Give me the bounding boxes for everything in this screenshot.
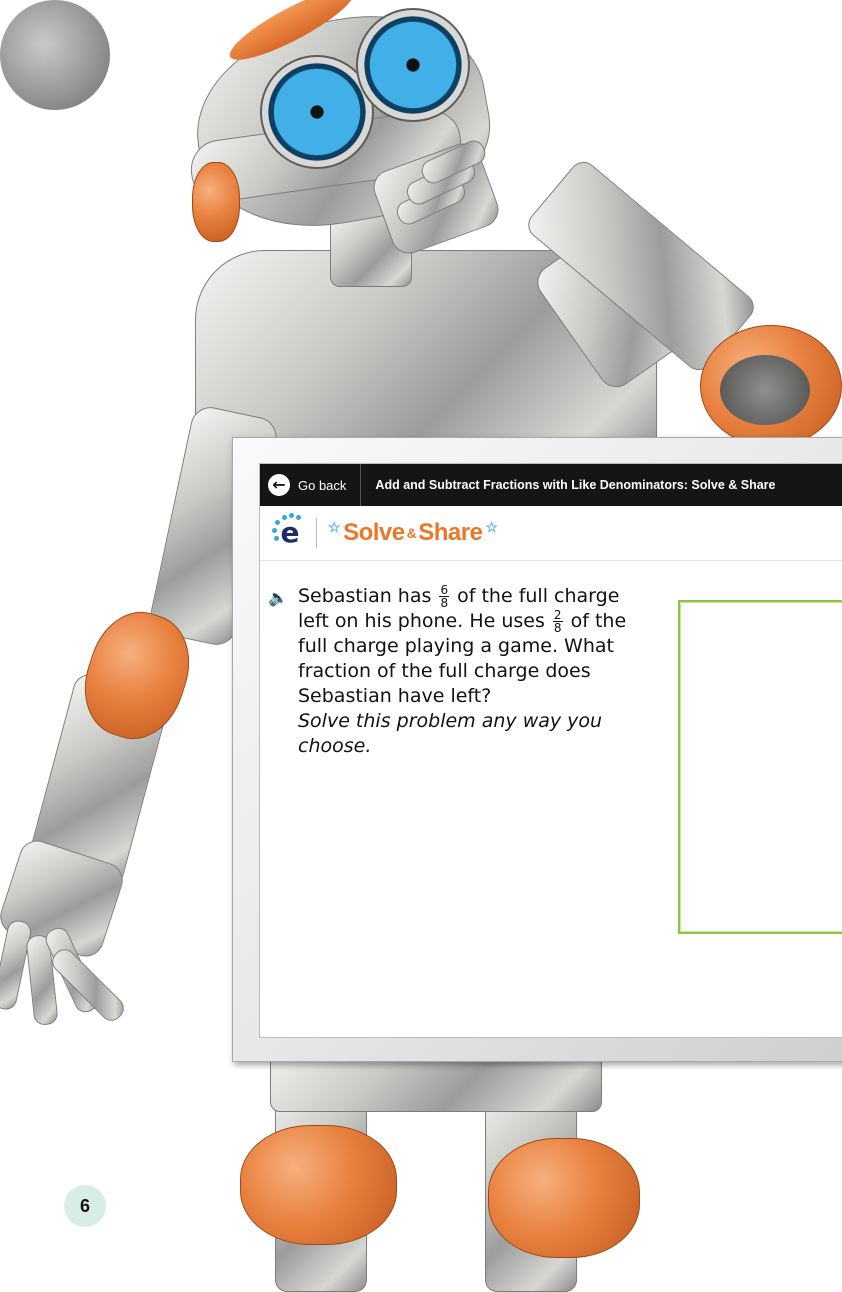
top-bar: ← Go back Add and Subtract Fractions wit… xyxy=(260,464,842,506)
robot-ear xyxy=(192,162,240,242)
robot-finger xyxy=(47,944,129,1026)
tablet-screen: ← Go back Add and Subtract Fractions wit… xyxy=(259,463,842,1038)
logo-dot xyxy=(282,515,287,520)
share-word: Share xyxy=(418,519,483,546)
go-back-arrow-icon: ← xyxy=(268,474,290,496)
problem-body: Sebastian has 68 of the full charge left… xyxy=(268,584,643,760)
logo-divider xyxy=(316,518,317,548)
problem-instruction: Solve this problem any way you choose. xyxy=(298,710,603,758)
tablet-device: ← Go back Add and Subtract Fractions wit… xyxy=(232,437,842,1062)
answer-workspace[interactable] xyxy=(678,600,842,934)
page-number: 6 xyxy=(64,1185,106,1227)
problem-text: 🔈 Sebastian has 68 of the full charge le… xyxy=(268,584,643,760)
fraction-two-eighths: 28 xyxy=(552,609,563,636)
fraction-six-eighths: 68 xyxy=(439,584,450,610)
e-logo: e xyxy=(272,513,308,551)
ampersand: & xyxy=(406,525,417,541)
fraction-denominator: 8 xyxy=(440,596,449,610)
logo-dot xyxy=(296,515,301,520)
logo-row: e ☆ Solve & Share ☆ xyxy=(260,506,842,561)
lesson-title: Add and Subtract Fractions with Like Den… xyxy=(375,478,776,492)
star-icon: ☆ xyxy=(485,519,498,535)
robot-elbow-joint xyxy=(720,355,810,425)
robot-eye-right xyxy=(356,8,470,122)
fraction-denominator: 8 xyxy=(553,621,562,636)
logo-dot xyxy=(274,536,279,541)
robot-shoulder-left xyxy=(0,0,110,110)
problem-part-1: Sebastian has xyxy=(298,585,432,607)
logo-dot xyxy=(275,520,280,525)
go-back-button[interactable]: ← Go back xyxy=(260,464,362,506)
robot-knee-right xyxy=(488,1138,640,1258)
solve-share-title: ☆ Solve & Share ☆ xyxy=(325,519,500,547)
logo-dot xyxy=(272,528,277,533)
solve-word: Solve xyxy=(343,519,405,546)
speaker-icon[interactable]: 🔈 xyxy=(268,587,292,607)
go-back-label: Go back xyxy=(298,477,347,493)
robot-knee-left xyxy=(240,1125,397,1245)
logo-dot xyxy=(289,513,294,518)
star-icon: ☆ xyxy=(328,519,341,535)
e-logo-letter: e xyxy=(280,516,300,549)
